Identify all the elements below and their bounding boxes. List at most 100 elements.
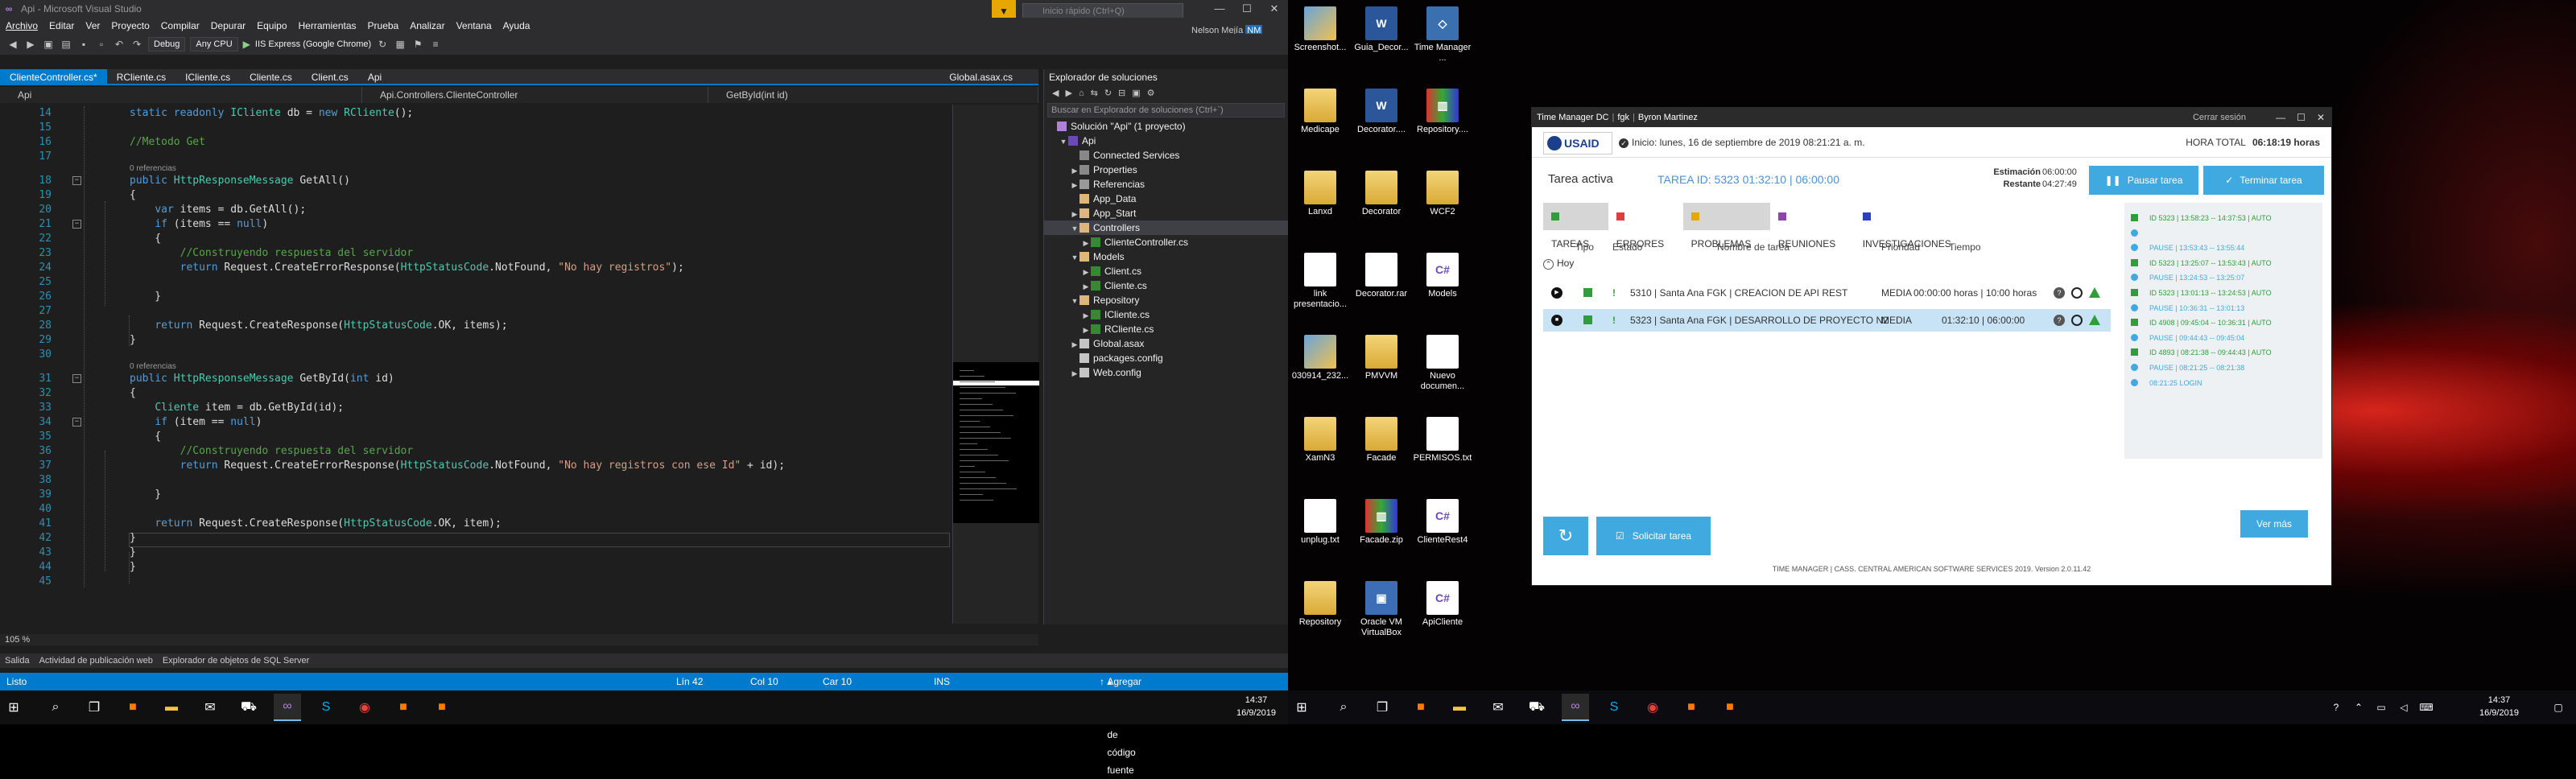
start-icon[interactable]: ⊞ [0,694,27,721]
maximize-button[interactable]: ☐ [1233,0,1261,18]
play-icon[interactable]: ▶ [1551,287,1563,299]
minimap-viewport[interactable] [953,362,1039,523]
comment-icon[interactable]: ≡ [429,38,442,51]
solution-search-input[interactable]: Buscar en Explorador de soluciones (Ctrl… [1047,103,1285,117]
configuration-select[interactable]: Debug [148,37,186,52]
expand-arrow-icon[interactable]: ▼ [1070,294,1080,308]
quick-launch-input[interactable]: Inicio rápido (Ctrl+Q) [1022,3,1183,19]
forward-icon[interactable]: ▶ [1065,85,1071,101]
menu-item-analizar[interactable]: Analizar [404,18,450,34]
solution-node[interactable]: ▶ Web.config [1044,365,1288,380]
solution-node[interactable]: ▶ ClienteController.cs [1044,235,1288,249]
back-icon[interactable]: ◀ [6,38,19,51]
app-orange-icon[interactable]: ■ [1678,694,1705,721]
project-dropdown[interactable]: Api [0,87,362,103]
desktop-icon[interactable]: ▥ Facade.zip [1351,499,1412,546]
solution-node[interactable]: ▶ RCliente.cs [1044,322,1288,336]
app-orange-icon[interactable]: ■ [119,694,147,721]
solution-node[interactable]: App_Data [1044,192,1288,206]
keyboard-icon[interactable]: ⌨ [2417,694,2436,721]
menu-item-ventana[interactable]: Ventana [451,18,497,34]
expand-arrow-icon[interactable]: ▶ [1070,366,1080,381]
bottom-panel-tab[interactable]: Salida [0,653,35,668]
notifications-icon[interactable]: ▢ [2549,694,2568,721]
expand-arrow-icon[interactable]: ▶ [1081,265,1091,279]
open-folder-icon[interactable]: ▤ [60,38,72,51]
solution-node[interactable]: ▼ Api [1044,134,1288,148]
back-icon[interactable]: ◀ [1052,85,1059,101]
code-editor[interactable]: 14 static readonly ICliente db = new RCli… [0,105,952,624]
tab-tareas[interactable]: TAREAS [1543,203,1608,249]
refresh-button[interactable]: ↻ [1543,517,1588,555]
toolbox-icon[interactable]: ▦ [394,38,407,51]
home-icon[interactable]: ⌂ [1079,85,1084,101]
save-icon[interactable]: ▪ [77,38,90,51]
tab-investigaciones[interactable]: INVESTIGACIONES [1855,203,1970,249]
expand-arrow-icon[interactable]: ▶ [1070,337,1080,352]
solution-node[interactable]: ▶ ICliente.cs [1044,307,1288,322]
bottom-panel-tab[interactable]: Actividad de publicación web [35,653,158,668]
menu-item-compilar[interactable]: Compilar [155,18,205,34]
menu-item-equipo[interactable]: Equipo [251,18,292,34]
desktop-icon[interactable]: Screenshot... [1290,6,1351,53]
reference-count-hint[interactable]: 0 referencias [130,362,176,372]
desktop-icon[interactable]: ▥ Repository.... [1412,89,1473,135]
class-dropdown[interactable]: Api.Controllers.ClienteController [362,87,708,103]
store-icon[interactable]: ⛟ [235,694,262,721]
taskbar-clock[interactable]: 14:37 16/9/2019 [2479,694,2519,719]
bookmark-icon[interactable]: ⚑ [411,38,424,51]
search-icon[interactable]: ⌕ [1330,694,1357,721]
reference-count-hint[interactable]: 0 referencias [130,164,176,174]
tab-reuniones[interactable]: REUNIONES [1770,203,1855,249]
help-icon[interactable]: ? [2054,287,2065,299]
clock-icon[interactable] [2071,315,2083,326]
desktop-icon[interactable]: WCF2 [1412,171,1473,217]
collapse-icon[interactable]: − [72,374,81,383]
minimize-button[interactable]: — [1206,0,1233,18]
warning-icon[interactable] [2089,287,2100,298]
volume-icon[interactable]: ◁ [2394,694,2413,721]
properties-icon[interactable]: ⚙ [1147,85,1155,101]
task-row[interactable]: ▶! 5310 | Santa Ana FGK | CREACION DE API… [1543,282,2111,304]
app-orange-icon[interactable]: ■ [428,694,456,721]
menu-item-archivo[interactable]: Archivo [0,18,43,34]
menu-item-ayuda[interactable]: Ayuda [497,18,536,34]
solution-node[interactable]: Connected Services [1044,148,1288,163]
logout-link[interactable]: Cerrar sesión [2193,108,2246,127]
solution-node[interactable]: ▶ App_Start [1044,206,1288,221]
editor-tab[interactable]: ClienteController.cs* [0,69,107,84]
zoom-level[interactable]: 105 % [0,634,1038,645]
sync-icon[interactable]: ⇆ [1091,85,1098,101]
undo-icon[interactable]: ↶ [113,38,126,51]
desktop-icon[interactable]: XamN3 [1290,417,1351,464]
desktop-icon[interactable]: Lanxd [1290,171,1351,217]
close-button[interactable]: ✕ [1261,0,1288,18]
platform-select[interactable]: Any CPU [190,37,238,52]
expand-arrow-icon[interactable]: ▶ [1081,279,1091,294]
expand-arrow-icon[interactable]: ▶ [1081,323,1091,337]
editor-tab[interactable]: ICliente.cs [175,69,240,84]
folder-icon[interactable]: ▬ [1446,694,1473,721]
app-orange-icon[interactable]: ■ [390,694,417,721]
desktop-icon[interactable]: 030914_232... [1290,335,1351,381]
tab-problemas[interactable]: PROBLEMAS [1682,203,1770,249]
finish-task-button[interactable]: ✓ Terminar tarea [2203,166,2324,195]
stop-icon[interactable]: ■ [1551,315,1563,326]
new-file-icon[interactable]: ▣ [42,38,55,51]
refresh-icon[interactable]: ↻ [376,38,389,51]
chevron-up-icon[interactable]: ⌃ [2349,694,2368,721]
expand-arrow-icon[interactable]: ▼ [1070,250,1080,265]
chrome-icon[interactable]: ◉ [351,694,378,721]
desktop-icon[interactable]: ◇ Time Manager ... [1412,6,1473,64]
menu-item-editar[interactable]: Editar [43,18,80,34]
skype-icon[interactable]: S [312,694,340,721]
expand-arrow-icon[interactable]: ▶ [1070,178,1080,192]
editor-tab[interactable]: RCliente.cs [107,69,175,84]
skype-icon[interactable]: S [1600,694,1628,721]
network-icon[interactable]: ▭ [2372,694,2391,721]
folder-icon[interactable]: ▬ [158,694,185,721]
warning-icon[interactable] [2089,315,2100,325]
solution-node[interactable]: ▶ Cliente.cs [1044,278,1288,293]
desktop-icon[interactable]: C# Models [1412,253,1473,299]
collapse-icon[interactable]: − [72,418,81,427]
